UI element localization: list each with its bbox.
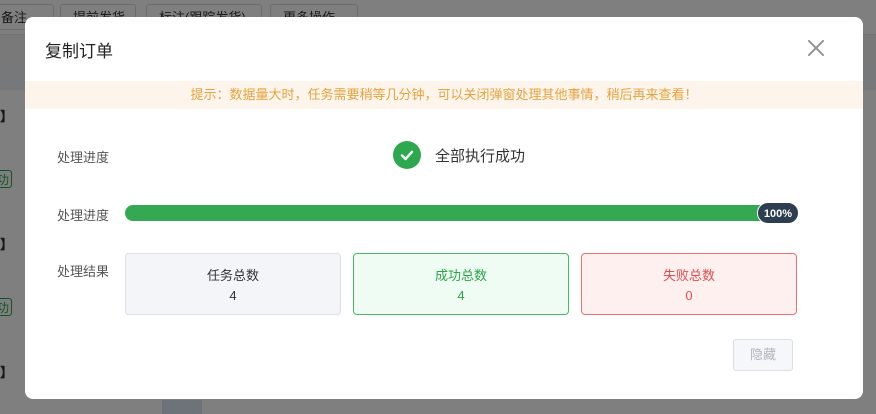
fail-count-label: 失败总数 (662, 268, 715, 283)
success-count-label: 成功总数 (434, 268, 487, 283)
progress-label: 处理进度 (57, 208, 110, 223)
total-tasks-value: 4 (229, 288, 237, 303)
progress-bar: 100% (125, 202, 799, 224)
fail-count-card: 失败总数 0 (581, 253, 797, 315)
tip-banner: 提示：数据量大时，任务需要稍等几分钟，可以关闭弹窗处理其他事情，稍后再来查看！ (25, 81, 863, 109)
total-tasks-card: 任务总数 4 (125, 253, 341, 315)
copy-order-dialog: 复制订单 提示：数据量大时，任务需要稍等几分钟，可以关闭弹窗处理其他事情，稍后再… (25, 17, 863, 399)
status-text: 全部执行成功 (435, 147, 526, 165)
status-label: 处理进度 (57, 150, 110, 165)
check-circle-icon (393, 141, 421, 169)
fail-count-value: 0 (685, 288, 693, 303)
close-icon[interactable] (805, 37, 827, 59)
dialog-title: 复制订单 (45, 42, 113, 61)
progress-fill (125, 205, 797, 221)
total-tasks-label: 任务总数 (206, 268, 259, 283)
progress-percent-badge: 100% (756, 202, 799, 224)
hide-button[interactable]: 隐藏 (733, 339, 793, 371)
result-label: 处理结果 (57, 264, 110, 279)
success-count-value: 4 (457, 288, 465, 303)
success-count-card: 成功总数 4 (353, 253, 569, 315)
status-indicator: 全部执行成功 (393, 141, 525, 169)
